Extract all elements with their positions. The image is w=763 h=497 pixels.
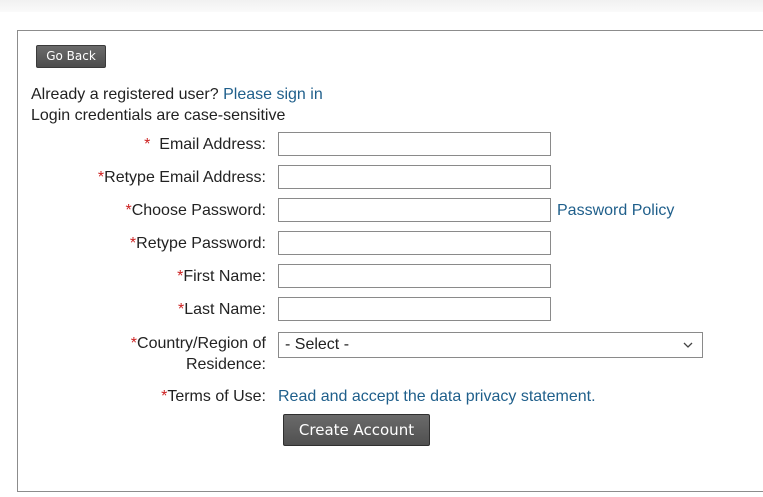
email-label-text: Email Address: <box>159 136 266 153</box>
create-account-button[interactable]: Create Account <box>283 414 430 446</box>
password-label-text: Choose Password: <box>131 202 266 219</box>
retype-password-label-text: Retype Password: <box>136 235 266 252</box>
password-label: *Choose Password: <box>125 201 266 220</box>
retype-email-field[interactable] <box>278 165 551 189</box>
email-label: * Email Address: <box>144 135 266 154</box>
country-label-line2: Residence: <box>185 356 266 373</box>
last-name-label-text: Last Name: <box>184 301 266 318</box>
go-back-button[interactable]: Go Back <box>36 45 106 68</box>
first-name-label-text: First Name: <box>183 268 266 285</box>
country-label-line1: Country/Region of <box>137 335 266 352</box>
privacy-statement-link[interactable]: Read and accept the data privacy stateme… <box>278 387 596 406</box>
chevron-down-icon <box>682 333 694 364</box>
retype-password-label: *Retype Password: <box>130 234 266 253</box>
case-sensitive-note: Login credentials are case-sensitive <box>31 107 286 124</box>
top-band <box>0 0 763 12</box>
first-name-field[interactable] <box>278 264 551 288</box>
last-name-field[interactable] <box>278 297 551 321</box>
retype-password-field[interactable] <box>278 231 551 255</box>
first-name-label: *First Name: <box>177 267 266 286</box>
country-selected-value: - Select - <box>285 336 350 353</box>
retype-email-label: *Retype Email Address: <box>98 168 266 187</box>
terms-label: *Terms of Use: <box>161 387 266 406</box>
password-field[interactable] <box>278 198 551 222</box>
required-marker: * <box>144 136 151 153</box>
country-select[interactable]: - Select - <box>278 332 703 358</box>
email-field[interactable] <box>278 132 551 156</box>
sign-in-link[interactable]: Please sign in <box>223 86 323 103</box>
terms-label-text: Terms of Use: <box>167 388 266 405</box>
last-name-label: *Last Name: <box>178 300 266 319</box>
country-label: *Country/Region of <box>131 334 266 353</box>
registered-prompt: Already a registered user? <box>31 86 219 103</box>
registered-user-line: Already a registered user? Please sign i… <box>31 85 323 104</box>
password-policy-link[interactable]: Password Policy <box>557 201 674 220</box>
retype-email-label-text: Retype Email Address: <box>104 169 266 186</box>
